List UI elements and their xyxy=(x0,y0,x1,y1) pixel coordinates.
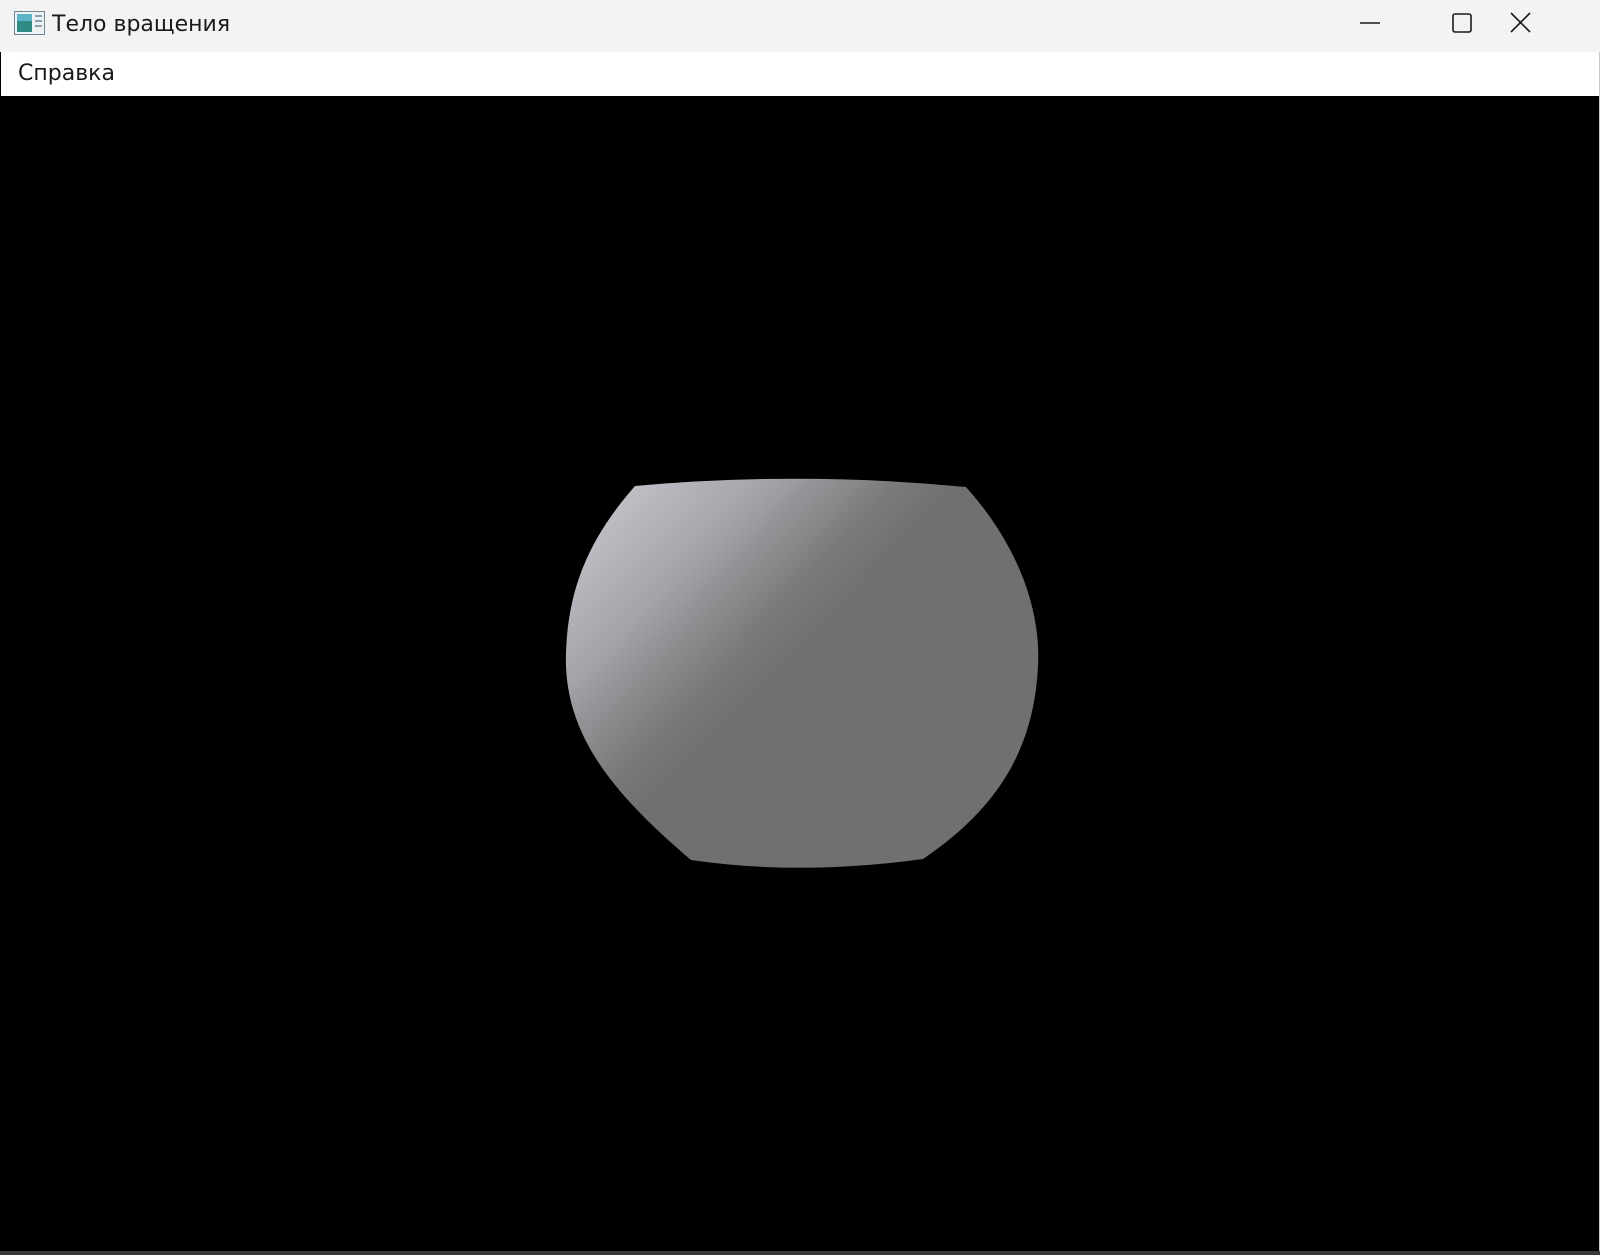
maximize-button[interactable] xyxy=(1416,0,1508,46)
menu-item-help[interactable]: Справка xyxy=(9,56,124,92)
application-window: Тело вращения Справка xyxy=(0,0,1600,1255)
close-icon xyxy=(1510,12,1531,33)
title-bar[interactable]: Тело вращения xyxy=(0,0,1600,52)
close-button[interactable] xyxy=(1508,0,1600,46)
minimize-button[interactable] xyxy=(1324,0,1416,46)
menu-bar: Справка xyxy=(1,52,1599,96)
maximize-icon xyxy=(1452,13,1472,33)
app-window-icon xyxy=(14,11,45,35)
window-bottom-edge xyxy=(0,1251,1600,1255)
render-viewport[interactable] xyxy=(1,96,1599,1251)
window-title: Тело вращения xyxy=(52,12,231,37)
minimize-icon xyxy=(1360,22,1380,24)
solid-of-revolution xyxy=(565,478,1039,868)
solid-body xyxy=(565,478,1039,868)
